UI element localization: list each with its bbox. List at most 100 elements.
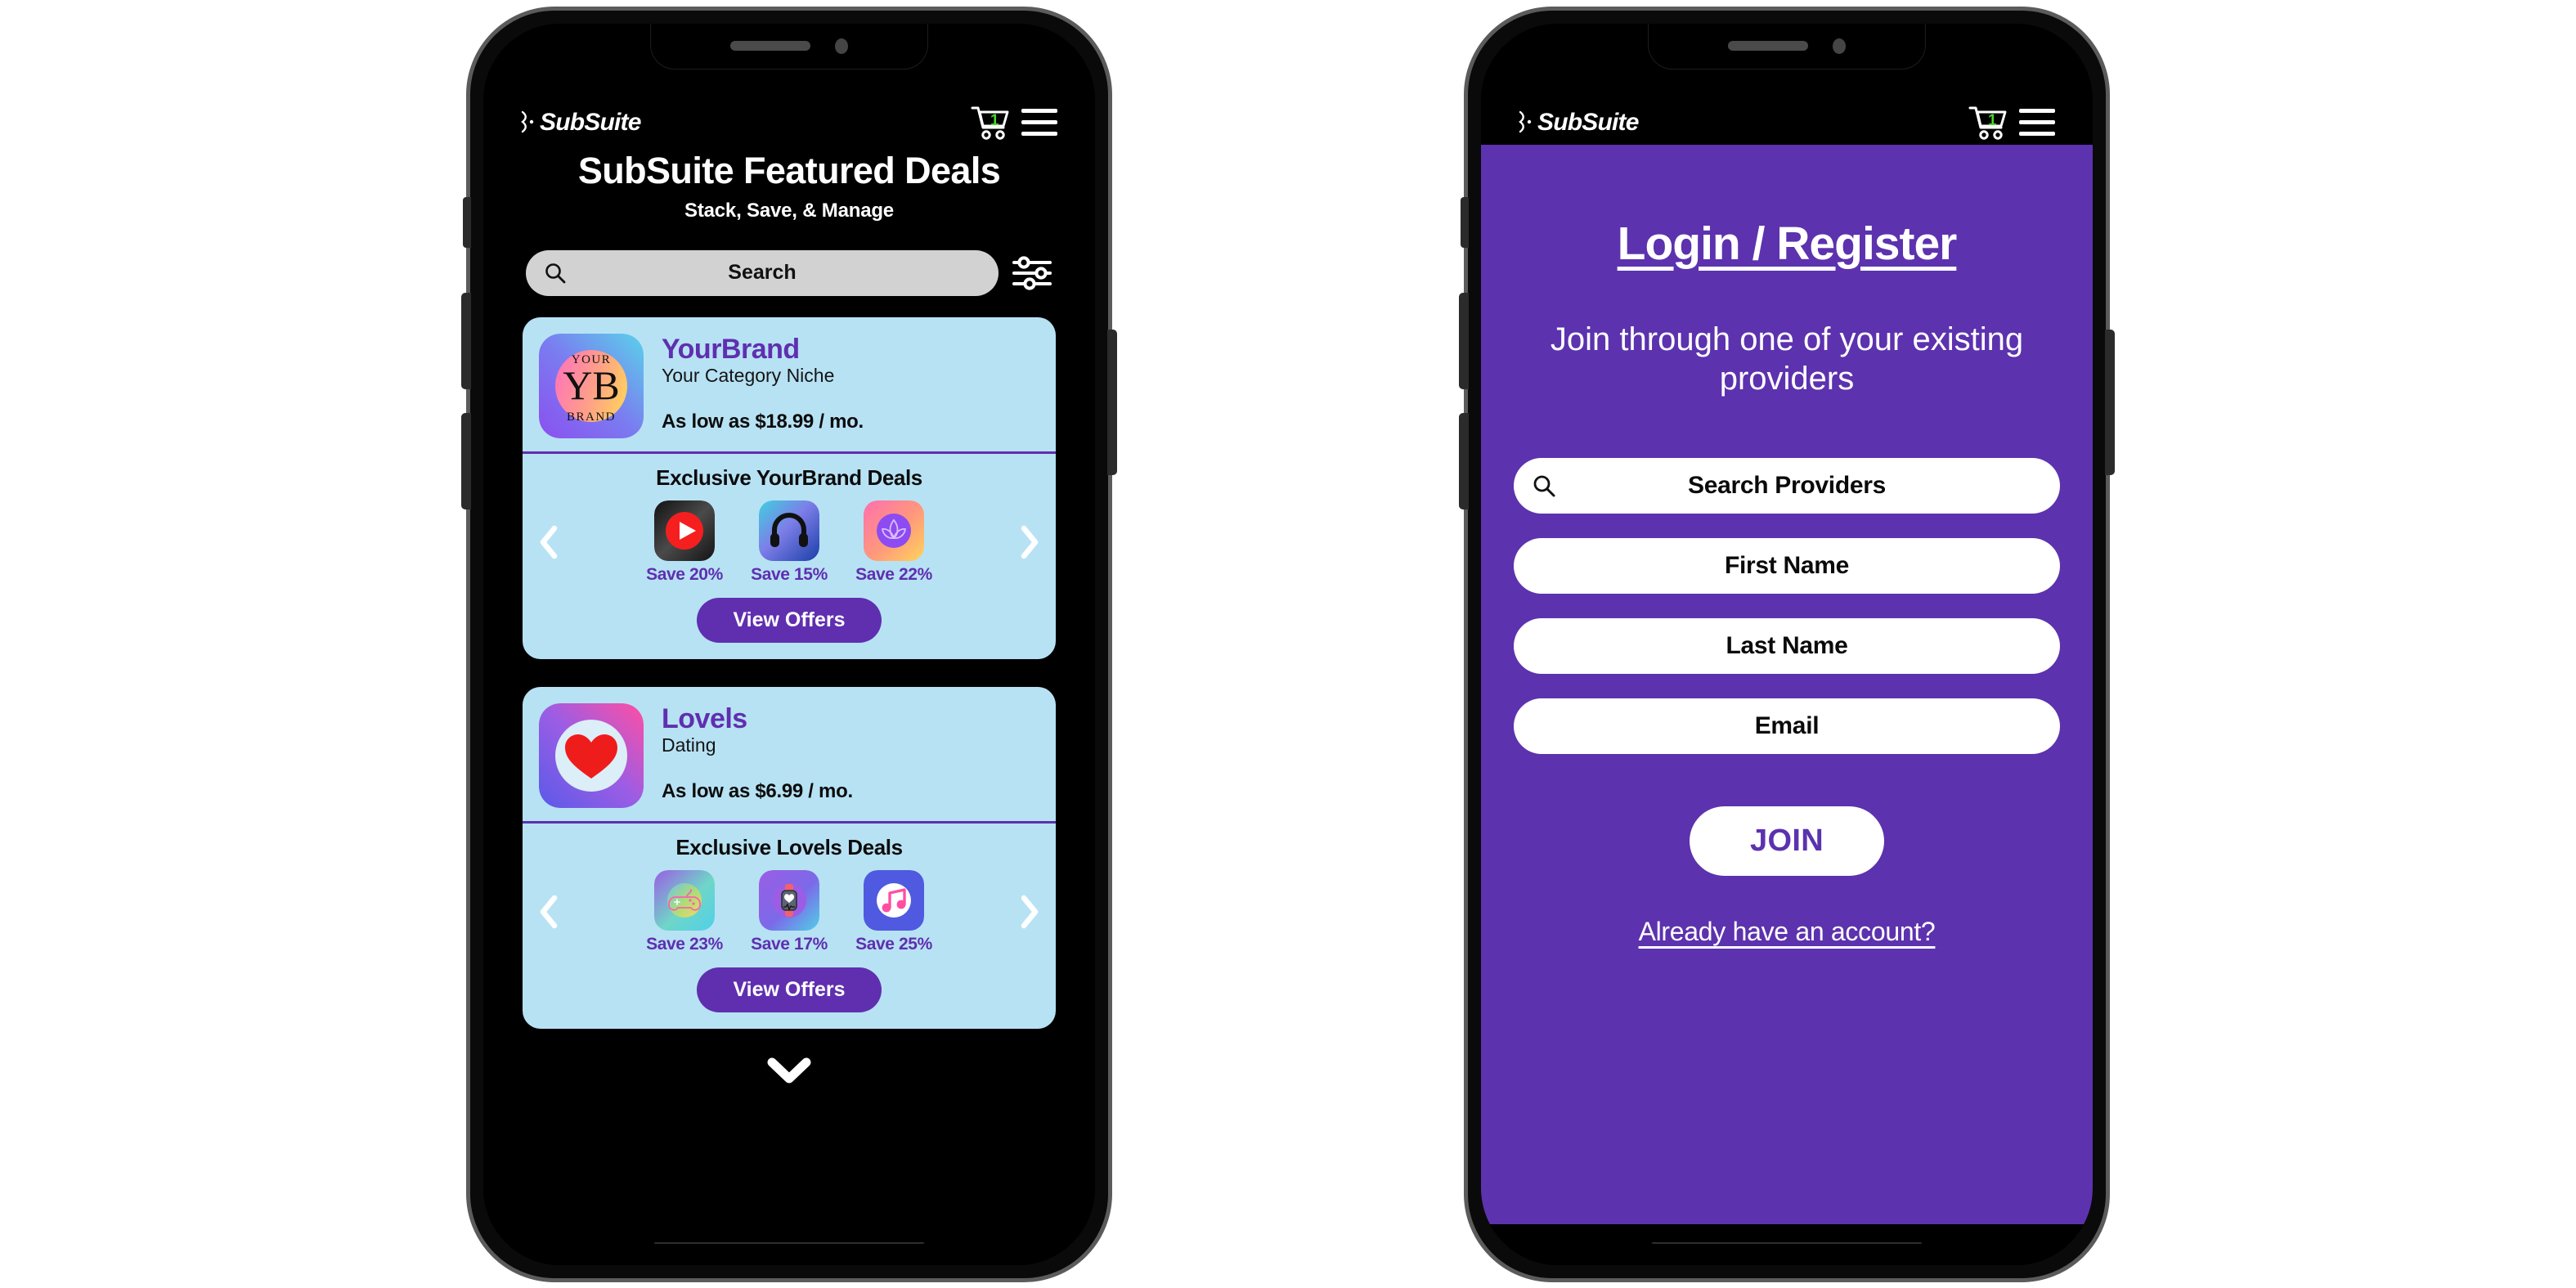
email-field[interactable]: Email (1514, 698, 2060, 755)
home-indicator (654, 1241, 924, 1244)
lovels-heart-logo-icon (539, 702, 644, 808)
deals-carousel: Save 20% Save 15% Save 22% (534, 500, 1044, 585)
header-actions: 1 (1968, 105, 2055, 141)
subsuite-logo[interactable]: SubSuite (1519, 109, 1639, 137)
brand-price: As low as $6.99 / mo. (662, 780, 853, 803)
front-camera (1833, 38, 1846, 54)
deal-item[interactable]: Save 15% (749, 500, 829, 585)
deal-save-label: Save 22% (855, 564, 932, 584)
chevron-left-icon[interactable] (539, 525, 559, 559)
deal-card-yourbrand[interactable]: YOUR YB BRAND YourBrand Your Category Ni… (523, 316, 1056, 659)
play-video-icon (654, 500, 715, 561)
phone-mockup-deals: SubSuite 1 SubSuite Featured Deals Stack… (461, 6, 1117, 1282)
login-screen: SubSuite 1 Login / Register Join through… (1481, 23, 2093, 1265)
cart-button[interactable]: 1 (971, 105, 1010, 141)
power-button[interactable] (2105, 329, 2115, 475)
search-providers-input[interactable]: Search Providers (1514, 458, 2060, 514)
phone-notch (1648, 23, 1926, 70)
first-name-label: First Name (1724, 552, 1850, 580)
exclusive-deals-heading: Exclusive Lovels Deals (675, 834, 903, 859)
view-offers-button[interactable]: View Offers (697, 597, 882, 643)
deal-item[interactable]: Save 25% (854, 869, 934, 954)
home-indicator (1652, 1241, 1922, 1244)
mute-switch-button[interactable] (1461, 196, 1469, 248)
music-note-icon (864, 869, 924, 931)
phone-notch (650, 23, 928, 70)
mute-switch-button[interactable] (463, 196, 471, 248)
yourbrand-logo-icon: YOUR YB BRAND (539, 333, 644, 438)
logo-wordmark: SubSuite (540, 108, 641, 136)
cart-button[interactable]: 1 (1968, 105, 2008, 141)
volume-up-button[interactable] (1459, 292, 1469, 389)
deal-save-label: Save 23% (646, 934, 723, 954)
last-name-field[interactable]: Last Name (1514, 618, 2060, 675)
volume-up-button[interactable] (461, 292, 471, 389)
chevron-right-icon[interactable] (1020, 525, 1039, 559)
deal-save-label: Save 15% (751, 564, 828, 584)
deals-carousel: Save 23% Save 17% Save 25% (534, 869, 1044, 954)
first-name-field[interactable]: First Name (1514, 538, 2060, 595)
search-icon (545, 263, 566, 283)
page-subtitle: Stack, Save, & Manage (684, 199, 894, 222)
menu-line (2019, 120, 2055, 124)
front-camera (835, 38, 848, 54)
search-providers-label: Search Providers (1688, 472, 1886, 500)
menu-line (2019, 132, 2055, 136)
login-panel: Login / Register Join through one of you… (1481, 144, 2093, 1224)
deal-item[interactable]: Save 20% (644, 500, 725, 585)
hamburger-menu-icon[interactable] (1021, 109, 1057, 136)
volume-down-button[interactable] (461, 412, 471, 509)
card-deals-section: Exclusive YourBrand Deals Save 20% Save … (523, 454, 1056, 659)
svg-text:YB: YB (563, 362, 619, 408)
lotus-wellness-icon (864, 500, 924, 561)
smartwatch-fitness-icon (759, 869, 819, 931)
power-button[interactable] (1107, 329, 1117, 475)
deal-item[interactable]: Save 22% (854, 500, 934, 585)
deals-screen: SubSuite 1 SubSuite Featured Deals Stack… (483, 23, 1095, 1265)
subsuite-mark-icon (1519, 110, 1532, 132)
last-name-label: Last Name (1726, 632, 1848, 660)
card-header: Lovels Dating As low as $6.99 / mo. (523, 687, 1056, 821)
brand-category: Your Category Niche (662, 365, 835, 387)
deal-cards-list: YOUR YB BRAND YourBrand Your Category Ni… (483, 316, 1095, 1029)
card-deals-section: Exclusive Lovels Deals Save 23% Save 17%… (523, 824, 1056, 1029)
brand-name: YourBrand (662, 333, 800, 365)
deal-save-label: Save 17% (751, 934, 828, 954)
already-have-account-link[interactable]: Already have an account? (1514, 917, 2060, 947)
deal-item[interactable]: Save 17% (749, 869, 829, 954)
chevron-left-icon[interactable] (539, 895, 559, 929)
cart-count-badge: 1 (1988, 111, 1997, 129)
phone-mockup-login: SubSuite 1 Login / Register Join through… (1459, 6, 2115, 1282)
join-button[interactable]: JOIN (1690, 806, 1884, 877)
earpiece-speaker (730, 41, 810, 51)
screenshot-stage: SubSuite 1 SubSuite Featured Deals Stack… (0, 0, 2576, 1288)
view-offers-button[interactable]: View Offers (697, 967, 882, 1012)
deal-item[interactable]: Save 23% (644, 869, 725, 954)
search-row: Search (483, 249, 1095, 296)
brand-category: Dating (662, 734, 716, 756)
deal-items: Save 20% Save 15% Save 22% (644, 500, 934, 585)
login-subtitle: Join through one of your existing provid… (1550, 321, 2024, 397)
logo-wordmark: SubSuite (1537, 108, 1639, 136)
card-header: YOUR YB BRAND YourBrand Your Category Ni… (523, 317, 1056, 451)
menu-line (1021, 132, 1057, 136)
volume-down-button[interactable] (1459, 412, 1469, 509)
search-icon (1533, 475, 1555, 497)
search-input[interactable]: Search (526, 249, 999, 296)
gamepad-gaming-icon (654, 869, 715, 931)
phone-body: SubSuite 1 (483, 23, 1095, 1265)
menu-line (1021, 120, 1057, 124)
email-label: Email (1754, 712, 1820, 740)
card-meta: Lovels Dating As low as $6.99 / mo. (662, 703, 1039, 804)
chevron-right-icon[interactable] (1020, 895, 1039, 929)
subsuite-logo[interactable]: SubSuite (521, 109, 641, 137)
exclusive-deals-heading: Exclusive YourBrand Deals (656, 464, 922, 490)
scroll-down-button[interactable] (483, 1057, 1095, 1084)
header-actions: 1 (971, 105, 1057, 141)
hamburger-menu-icon[interactable] (2019, 109, 2055, 136)
headphones-audio-icon (759, 500, 819, 561)
chevron-down-icon (767, 1057, 811, 1083)
login-title: Login / Register (1617, 217, 1958, 270)
sliders-filter-icon[interactable] (1012, 254, 1052, 292)
deal-card-lovels[interactable]: Lovels Dating As low as $6.99 / mo. Excl… (523, 686, 1056, 1029)
